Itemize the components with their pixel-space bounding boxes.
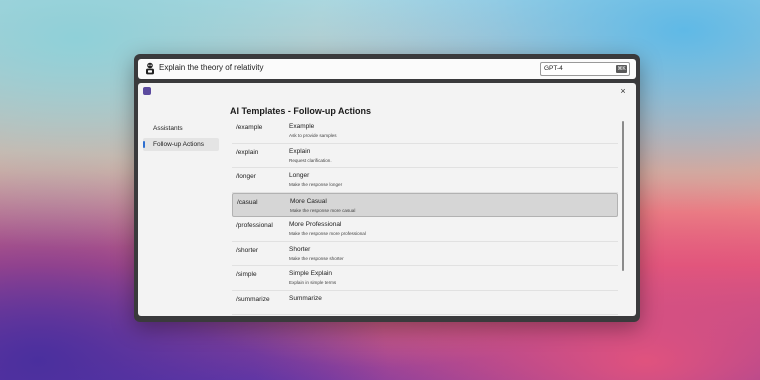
- template-title: Simple Explain: [289, 270, 332, 277]
- template-title: More Professional: [289, 221, 342, 228]
- template-title: Shorter: [289, 245, 311, 253]
- template-command: /summarize: [236, 295, 270, 303]
- close-icon[interactable]: ×: [618, 85, 628, 97]
- template-row-example[interactable]: /example Example Ask to provide samples: [232, 119, 618, 144]
- template-row-explain[interactable]: /explain Explain Request clarification.: [232, 144, 618, 168]
- templates-list: /example Example Ask to provide samples …: [232, 119, 618, 316]
- template-row-professional[interactable]: /professional More Professional Make the…: [232, 217, 618, 242]
- sidebar-item-label: Assistants: [153, 125, 183, 132]
- template-title: More Casual: [290, 197, 327, 205]
- query-bar[interactable]: Explain the theory of relativity GPT-4 ⌘…: [138, 59, 636, 79]
- page-title: AI Templates - Follow-up Actions: [230, 106, 372, 116]
- template-description: Make the response more professional: [289, 231, 366, 236]
- template-row-shorter[interactable]: /shorter Shorter Make the response short…: [232, 242, 618, 266]
- active-indicator: [143, 141, 145, 148]
- templates-panel: × Assistants Follow-up Actions AI Templa…: [138, 83, 636, 316]
- template-command: /casual: [237, 198, 258, 206]
- app-icon: [143, 87, 151, 95]
- template-command: /explain: [236, 148, 259, 156]
- template-command: /shorter: [236, 246, 259, 254]
- sidebar-item-follow-up-actions[interactable]: Follow-up Actions: [143, 138, 219, 151]
- query-text[interactable]: Explain the theory of relativity: [159, 63, 264, 72]
- template-row-longer[interactable]: /longer Longer Make the response longer: [232, 168, 618, 193]
- template-title: Explain: [289, 147, 311, 155]
- template-description: Make the response more casual: [290, 207, 356, 213]
- template-row-summarize[interactable]: /summarize Summarize: [232, 291, 618, 315]
- template-row-simple[interactable]: /simple Simple Explain Explain in simple…: [232, 266, 618, 291]
- template-description: Explain in simple terms: [289, 280, 337, 285]
- template-row-casual[interactable]: /casual More Casual Make the response mo…: [232, 192, 618, 217]
- sidebar-item-assistants[interactable]: Assistants: [143, 122, 219, 135]
- template-description: Request clarification.: [289, 157, 332, 163]
- robot-icon: [146, 62, 154, 75]
- template-title: Summarize: [289, 294, 322, 302]
- template-command: /professional: [236, 222, 273, 229]
- template-command: /example: [236, 124, 263, 131]
- sidebar-item-label: Follow-up Actions: [153, 141, 204, 148]
- template-title: Example: [289, 123, 315, 130]
- template-command: /longer: [236, 173, 256, 180]
- template-title: Longer: [289, 172, 310, 179]
- model-label: GPT-4: [544, 65, 563, 72]
- shortcut-key-badge: ⌘K: [616, 65, 627, 73]
- template-description: Make the response shorter: [289, 255, 344, 261]
- template-description: Make the response longer: [289, 182, 343, 187]
- scrollbar[interactable]: [622, 121, 624, 271]
- template-description: Ask to provide samples: [289, 133, 337, 138]
- model-dropdown[interactable]: GPT-4 ⌘K: [540, 62, 630, 76]
- template-command: /simple: [236, 271, 257, 278]
